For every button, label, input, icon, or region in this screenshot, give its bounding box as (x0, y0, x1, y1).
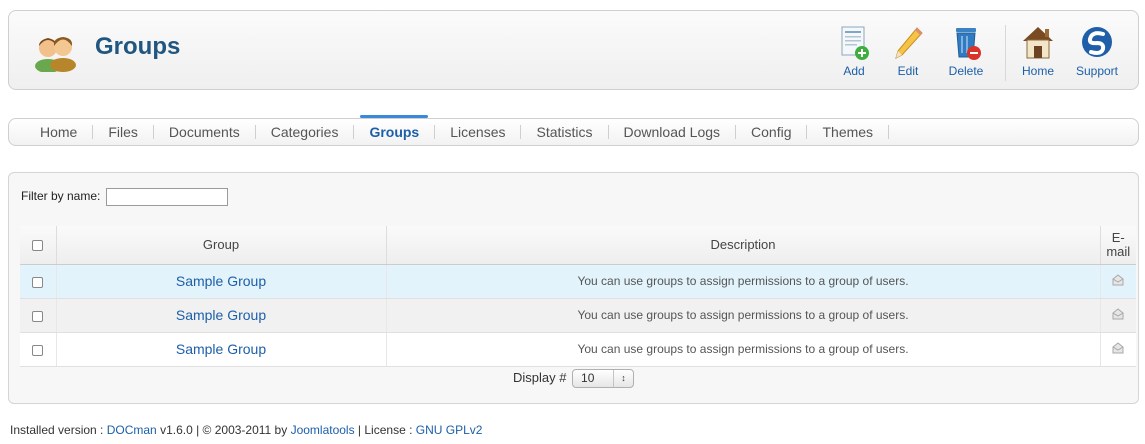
groups-panel: Filter by name: Group Description E-mail… (8, 172, 1139, 404)
users-icon (35, 37, 76, 72)
groups-table: Group Description E-mail Sample Group Yo… (20, 226, 1136, 367)
row-checkbox[interactable] (32, 344, 44, 356)
group-description: You can use groups to assign permissions… (386, 332, 1101, 367)
email-cell (1100, 298, 1136, 333)
edit-button[interactable]: Edit (885, 21, 931, 83)
row-checkbox[interactable] (32, 310, 44, 322)
email-icon[interactable] (1110, 306, 1126, 322)
row-checkbox[interactable] (32, 276, 44, 288)
pencil-icon (895, 27, 923, 59)
filter-bar: Filter by name: (21, 188, 228, 206)
tab-categories[interactable]: Categories (256, 125, 355, 139)
footer-version-info: Installed version : DOCman v1.6.0 | © 20… (10, 423, 482, 437)
column-header-email: E-mail (1100, 226, 1136, 265)
tab-groups[interactable]: Groups (354, 115, 436, 139)
email-icon[interactable] (1110, 340, 1126, 356)
submenu-nav: Home Files Documents Categories Groups L… (8, 115, 1139, 146)
edit-button-label: Edit (897, 64, 919, 78)
select-arrows-icon: ↕ (613, 370, 633, 387)
column-header-group[interactable]: Group (56, 226, 387, 265)
tab-documents[interactable]: Documents (154, 125, 256, 139)
table-header-row: Group Description E-mail (20, 226, 1136, 265)
delete-button[interactable]: Delete (943, 21, 989, 83)
group-description: You can use groups to assign permissions… (386, 264, 1101, 299)
tab-download-logs[interactable]: Download Logs (609, 125, 737, 139)
group-name-cell: Sample Group (56, 264, 387, 299)
group-name-link[interactable]: Sample Group (176, 341, 266, 357)
support-button-label: Support (1075, 64, 1119, 78)
row-checkbox-cell (20, 298, 57, 333)
tab-files[interactable]: Files (93, 125, 154, 139)
group-name-cell: Sample Group (56, 298, 387, 333)
toolbar-header: Groups Add Edit Delete Home Support (8, 10, 1139, 90)
display-count-label: Display # (512, 369, 567, 385)
email-cell (1100, 264, 1136, 299)
filter-label: Filter by name: (21, 189, 101, 204)
display-count-select[interactable]: 10 ↕ (572, 369, 635, 388)
toolbar-divider (1005, 25, 1006, 81)
display-count-value: 10 (581, 371, 595, 385)
column-header-description[interactable]: Description (386, 226, 1101, 265)
delete-button-label: Delete (948, 64, 984, 78)
footer-prefix: Installed version : (10, 423, 107, 437)
group-description: You can use groups to assign permissions… (386, 298, 1101, 333)
row-checkbox-cell (20, 332, 57, 367)
select-all-checkbox[interactable] (32, 240, 44, 252)
home-button-label: Home (1021, 64, 1054, 78)
add-button[interactable]: Add (831, 21, 877, 83)
email-icon[interactable] (1110, 272, 1126, 288)
tab-home[interactable]: Home (25, 125, 94, 139)
filter-name-input[interactable] (105, 188, 228, 206)
footer-license-label: | License : (354, 423, 416, 437)
trash-icon (956, 28, 981, 60)
company-link[interactable]: Joomlatools (291, 423, 355, 437)
product-link[interactable]: DOCman (107, 423, 157, 437)
group-name-cell: Sample Group (56, 332, 387, 367)
footer-version: v1.6.0 | © 2003-2011 by (156, 423, 291, 437)
tab-config[interactable]: Config (736, 125, 808, 139)
table-row: Sample Group You can use groups to assig… (20, 264, 1136, 299)
support-logo-icon (1082, 27, 1112, 57)
group-name-link[interactable]: Sample Group (176, 273, 266, 289)
table-row: Sample Group You can use groups to assig… (20, 298, 1136, 333)
group-name-link[interactable]: Sample Group (176, 307, 266, 323)
row-checkbox-cell (20, 264, 57, 299)
add-button-label: Add (843, 64, 865, 78)
email-cell (1100, 332, 1136, 367)
tab-statistics[interactable]: Statistics (521, 125, 609, 139)
home-icon (1023, 27, 1053, 59)
tab-licenses[interactable]: Licenses (435, 125, 522, 139)
add-document-icon (841, 26, 869, 60)
pagination-bar: Display # 10 ↕ (9, 369, 1138, 388)
page-title: Groups (95, 33, 181, 60)
tab-themes[interactable]: Themes (807, 125, 890, 139)
license-link[interactable]: GNU GPLv2 (416, 423, 483, 437)
select-all-cell (20, 226, 57, 265)
home-button[interactable]: Home (1015, 21, 1061, 83)
table-row: Sample Group You can use groups to assig… (20, 332, 1136, 367)
support-button[interactable]: Support (1069, 21, 1125, 83)
